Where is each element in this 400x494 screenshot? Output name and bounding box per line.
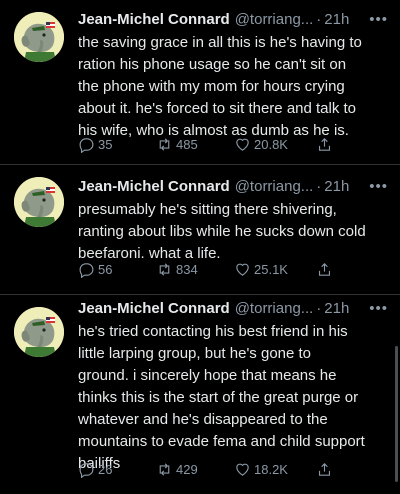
retweet-button[interactable]: 429 [156, 461, 234, 478]
heart-icon [236, 138, 249, 151]
handle[interactable]: @torriang... [235, 10, 314, 30]
separator: · [316, 178, 322, 195]
handle[interactable]: @torriang... [235, 299, 314, 319]
reply-button[interactable]: 35 [78, 136, 156, 153]
like-count: 18.2K [254, 462, 288, 477]
reply-button[interactable]: 26 [78, 461, 156, 478]
avatar[interactable] [14, 307, 64, 357]
retweet-icon [159, 138, 170, 151]
separator: · [316, 300, 322, 317]
share-icon [318, 138, 331, 151]
like-button[interactable]: 25.1K [234, 261, 312, 278]
avatar[interactable] [14, 12, 64, 62]
like-count: 20.8K [254, 137, 288, 152]
like-button[interactable]: 20.8K [234, 136, 312, 153]
display-name[interactable]: Jean-Michel Connard [78, 299, 230, 319]
elephant-avatar-icon [14, 307, 64, 357]
like-button[interactable]: 18.2K [234, 461, 312, 478]
share-icon [318, 263, 331, 276]
more-options-icon[interactable]: ••• [369, 10, 388, 30]
tweet[interactable]: Jean-Michel Connard @torriang... · 21h •… [0, 164, 400, 294]
tweet-text: presumably he's sitting there shivering,… [78, 201, 366, 262]
retweet-count: 485 [176, 137, 198, 152]
more-options-icon[interactable]: ••• [369, 299, 388, 319]
reply-count: 26 [98, 462, 113, 477]
heart-icon [236, 263, 249, 276]
retweet-button[interactable]: 834 [156, 261, 234, 278]
retweet-icon [159, 263, 170, 276]
tweet-header: Jean-Michel Connard @torriang... · 21h •… [78, 177, 388, 197]
action-bar: 56 834 25.1K [78, 261, 352, 278]
tweet-text: he's tried contacting his best friend in… [78, 323, 365, 472]
heart-icon [236, 463, 249, 476]
tweet-header: Jean-Michel Connard @torriang... · 21h •… [78, 10, 388, 30]
separator: · [316, 11, 322, 28]
elephant-avatar-icon [14, 12, 64, 62]
handle[interactable]: @torriang... [235, 177, 314, 197]
reply-icon [79, 138, 94, 153]
timestamp[interactable]: 21h [324, 299, 349, 319]
reply-icon [79, 463, 94, 478]
like-count: 25.1K [254, 262, 288, 277]
elephant-avatar-icon [14, 177, 64, 227]
retweet-button[interactable]: 485 [156, 136, 234, 153]
retweet-icon [159, 463, 170, 476]
action-bar: 35 485 20.8K [78, 136, 352, 153]
action-bar: 26 429 18.2K [78, 461, 352, 478]
share-button[interactable] [316, 261, 336, 278]
retweet-count: 834 [176, 262, 198, 277]
tweet-text: the saving grace in all this is he's hav… [78, 34, 362, 139]
reply-icon [79, 263, 94, 278]
reply-count: 35 [98, 137, 113, 152]
share-button[interactable] [316, 461, 336, 478]
avatar[interactable] [14, 177, 64, 227]
reply-button[interactable]: 56 [78, 261, 156, 278]
scrollbar[interactable] [395, 346, 398, 482]
tweet[interactable]: Jean-Michel Connard @torriang... · 21h •… [0, 294, 400, 494]
more-options-icon[interactable]: ••• [369, 177, 388, 197]
reply-count: 56 [98, 262, 113, 277]
timestamp[interactable]: 21h [324, 177, 349, 197]
share-icon [318, 463, 331, 476]
tweet-header: Jean-Michel Connard @torriang... · 21h •… [78, 299, 388, 319]
display-name[interactable]: Jean-Michel Connard [78, 10, 230, 30]
timestamp[interactable]: 21h [324, 10, 349, 30]
share-button[interactable] [316, 136, 336, 153]
display-name[interactable]: Jean-Michel Connard [78, 177, 230, 197]
retweet-count: 429 [176, 462, 198, 477]
tweet[interactable]: Jean-Michel Connard @torriang... · 21h •… [0, 0, 400, 164]
